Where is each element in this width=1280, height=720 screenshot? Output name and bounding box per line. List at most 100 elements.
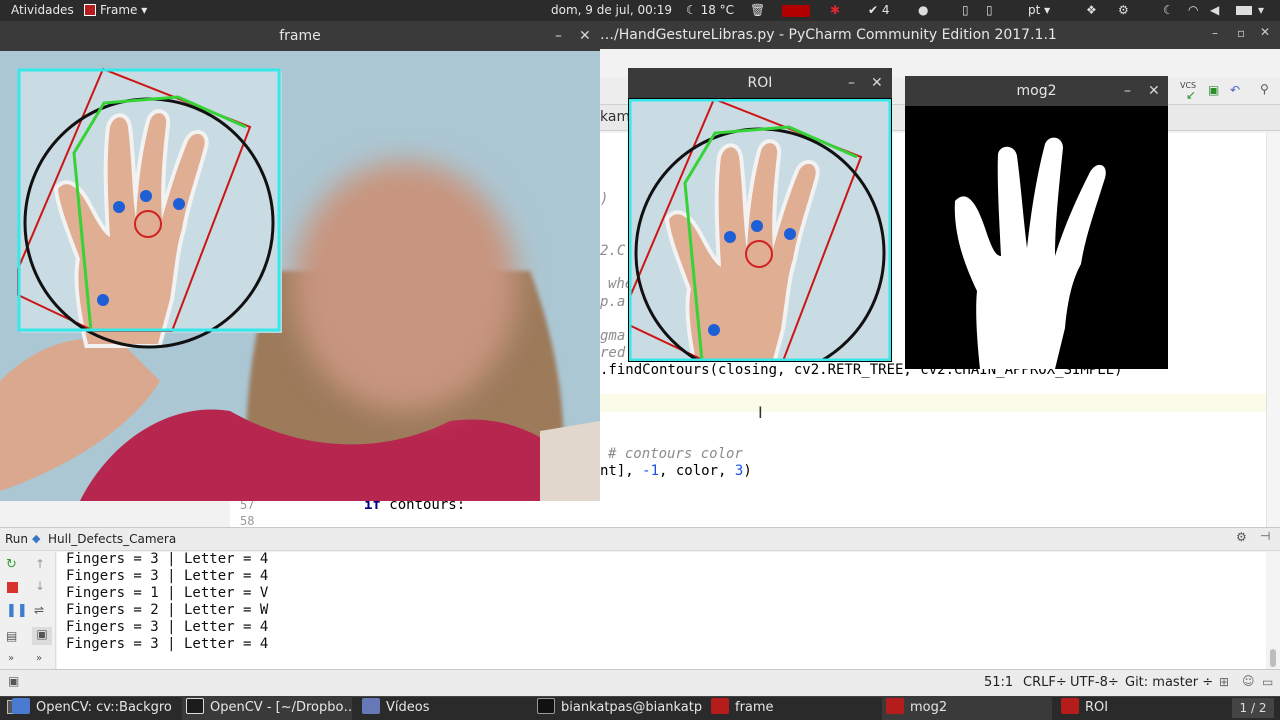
file-encoding[interactable]: UTF-8÷ [1070,675,1119,690]
taskbar-item[interactable]: frame [707,696,875,720]
red-tray-icon[interactable]: ✱ [830,3,840,17]
code-fragment: ) [600,191,609,207]
close-button[interactable]: ✕ [579,21,591,51]
minimize-button[interactable]: – [1124,76,1131,106]
run-settings-icon[interactable]: ⚙ [1236,530,1247,544]
code-comment-contours-color: # contours color [608,446,743,462]
wifi-icon[interactable]: ◠ [1188,3,1198,17]
minimize-button[interactable]: – [555,21,562,51]
notifications-icon[interactable]: ▭ [1262,675,1273,689]
tray-box-icon[interactable]: ▯ [986,3,993,17]
mog2-window[interactable]: mog2 – ✕ [905,76,1168,369]
more-icon[interactable]: » [36,653,42,664]
badge-indicator[interactable]: ✔ 4 [868,3,890,17]
run-config-name[interactable]: Hull_Defects_Camera [48,532,176,546]
scroll-down-icon[interactable]: ↓ [35,579,45,593]
run-label[interactable]: Run [5,532,28,546]
hide-panel-icon[interactable]: ⊣ [1260,529,1270,543]
battery-icon[interactable] [1236,6,1252,15]
video-icon [362,698,380,714]
top-bar: Atividades Frame ▾ dom, 9 de jul, 00:19 … [0,0,1280,21]
minimize-button[interactable]: – [848,68,855,98]
terminal-icon [537,698,555,714]
weather-indicator[interactable]: ☾ 18 °C [686,3,734,17]
pause-icon[interactable]: ❚❚ [6,603,28,618]
taskbar-item[interactable]: OpenCV: cv::Backgro… [8,696,172,720]
print-icon[interactable]: ▣ [32,627,52,645]
app-menu[interactable]: Frame ▾ [84,3,147,17]
settings-gear-icon[interactable]: ⚙ [1118,3,1129,17]
volume-icon[interactable]: ◀ [1210,3,1219,17]
inspector-icon[interactable]: ☺ [1242,674,1255,688]
defect-point [784,228,796,240]
activities-button[interactable]: Atividades [11,3,74,17]
rerun-icon[interactable]: ↻ [6,557,17,572]
code-fragment: 2.C [600,243,626,259]
clipboard-icon[interactable]: ▯ [962,3,969,17]
window-icon [12,698,30,714]
pycharm-icon [186,698,204,714]
close-button[interactable]: ✕ [1148,76,1160,106]
console-line: Fingers = 3 | Letter = 4 [66,568,269,584]
console-scrollbar-thumb[interactable] [1270,649,1276,667]
roi-window[interactable]: ROI – ✕ [628,68,892,362]
more-icon[interactable]: » [8,653,14,664]
search-icon[interactable]: ⚲ [1260,82,1269,96]
night-mode-icon[interactable]: ☾ [1163,3,1174,17]
close-button[interactable]: ✕ [871,68,883,98]
language-menu[interactable]: pt ▾ [1028,3,1050,17]
code-fragment: red [600,345,626,361]
code-fragment: gma [600,328,626,344]
defect-point [173,198,185,210]
code-line-draw-contours: nt], -1, color, 3) [600,463,752,479]
vcs-commit-icon[interactable]: ▣ [1208,83,1219,97]
text-cursor-icon: I [758,403,763,422]
stop-icon[interactable] [7,582,18,593]
trash-icon[interactable]: 🗑 [750,3,765,17]
console-line: Fingers = 3 | Letter = 4 [66,636,269,652]
git-branch[interactable]: Git: master ÷ [1125,675,1213,690]
mog2-mask [905,106,1168,369]
taskbar-item[interactable]: Vídeos [358,696,526,720]
clock[interactable]: dom, 9 de jul, 00:19 [551,3,672,17]
line-number: 58 [240,514,255,528]
undo-icon[interactable]: ↶ [1230,83,1240,97]
taskbar-item[interactable]: biankatpas@biankatp… [533,696,703,720]
taskbar-item[interactable]: ROI [1057,696,1225,720]
soft-wrap-icon[interactable]: ⇌ [34,603,44,617]
defect-point [113,201,125,213]
frame-window[interactable]: frame – ✕ [0,21,600,501]
check-icon: ✔ [868,3,879,17]
camera-frame [0,51,600,501]
opencv-window-icon [1061,698,1079,714]
frame-titlebar[interactable]: frame – ✕ [0,21,600,51]
minimize-button[interactable]: – [1212,26,1218,40]
taskbar-item[interactable]: OpenCV - [~/Dropbo… [182,696,352,720]
layout-icon[interactable]: ▤ [6,629,17,643]
taskbar-item[interactable]: mog2 [882,696,1052,720]
line-separator[interactable]: CRLF÷ [1023,675,1067,690]
lock-icon[interactable]: ⊞ [1219,675,1229,689]
moon-icon: ☾ [686,3,697,17]
vcs-update-icon[interactable]: ↙ [1186,88,1196,102]
run-panel-header [0,527,1280,551]
mog2-titlebar[interactable]: mog2 – ✕ [905,76,1168,106]
scroll-up-icon[interactable]: ↑ [35,557,45,571]
record-indicator[interactable] [782,5,810,17]
maximize-button[interactable]: ▫ [1237,26,1245,40]
console-line: Fingers = 1 | Letter = V [66,585,269,601]
close-button[interactable]: ✕ [1260,25,1270,39]
toggle-tool-windows-icon[interactable]: ▣ [8,674,19,688]
workspace-pager[interactable]: 1 / 2 [1232,698,1274,718]
bed [540,421,600,501]
roi-image [629,99,891,361]
caret-position[interactable]: 51:1 [984,675,1013,690]
power-menu[interactable]: ▾ [1258,3,1264,17]
roi-titlebar[interactable]: ROI – ✕ [628,68,892,98]
chat-icon[interactable]: ● [918,3,928,17]
right-gutter [1266,133,1280,527]
app-icon [84,4,96,16]
roi-overlay [17,67,281,349]
dropbox-icon[interactable]: ❖ [1086,3,1097,17]
chevron-down-icon: ▾ [141,3,148,17]
